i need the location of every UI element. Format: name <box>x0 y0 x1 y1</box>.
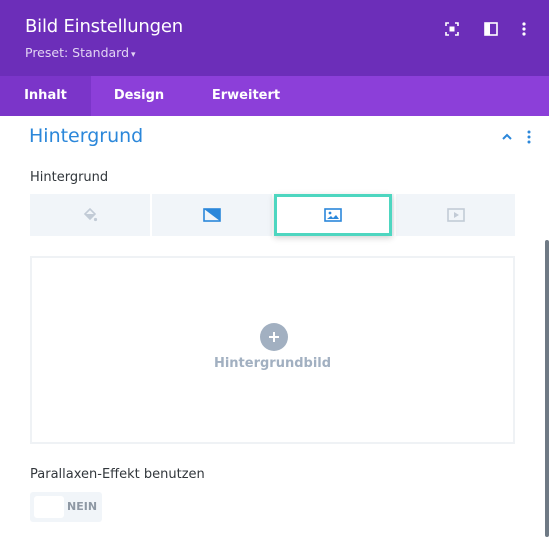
background-video-tab[interactable] <box>396 194 515 236</box>
parallax-toggle[interactable]: NEIN <box>30 492 102 522</box>
background-gradient-tab[interactable] <box>152 194 272 236</box>
section-title[interactable]: Hintergrund <box>29 125 143 147</box>
background-image-upload[interactable]: Hintergrundbild <box>30 256 515 444</box>
preset-selector[interactable]: Preset: Standard ▾ <box>25 45 136 60</box>
background-type-tabs <box>30 194 515 236</box>
tab-erweitert[interactable]: Erweitert <box>187 76 305 116</box>
image-icon <box>324 208 342 222</box>
tab-inhalt[interactable]: Inhalt <box>0 76 91 116</box>
chevron-up-icon[interactable] <box>499 129 515 145</box>
upload-label: Hintergrundbild <box>213 356 332 371</box>
sidebar-layout-icon[interactable] <box>482 20 500 38</box>
gradient-icon <box>203 208 221 222</box>
plus-icon <box>269 332 279 342</box>
parallax-label: Parallaxen-Effekt benutzen <box>30 467 205 482</box>
paint-bucket-icon <box>83 207 98 222</box>
preset-label: Preset: Standard <box>25 45 130 60</box>
caret-down-icon: ▾ <box>131 50 136 60</box>
tab-design[interactable]: Design <box>91 76 187 116</box>
tab-bar: Inhalt Design Erweitert <box>0 76 549 116</box>
modal-header: Bild Einstellungen Preset: Standard ▾ <box>0 0 549 76</box>
fullscreen-icon[interactable] <box>443 20 461 38</box>
more-options-icon[interactable] <box>515 20 533 38</box>
section-more-icon[interactable] <box>522 128 536 146</box>
modal-title: Bild Einstellungen <box>25 16 183 37</box>
toggle-knob <box>34 496 64 518</box>
scrollbar[interactable] <box>545 240 549 537</box>
background-field-label: Hintergrund <box>30 170 109 185</box>
background-color-tab[interactable] <box>30 194 150 236</box>
video-icon <box>446 208 465 222</box>
toggle-state-text: NEIN <box>67 500 98 513</box>
background-image-tab[interactable] <box>274 194 392 236</box>
add-image-button[interactable] <box>260 323 288 351</box>
